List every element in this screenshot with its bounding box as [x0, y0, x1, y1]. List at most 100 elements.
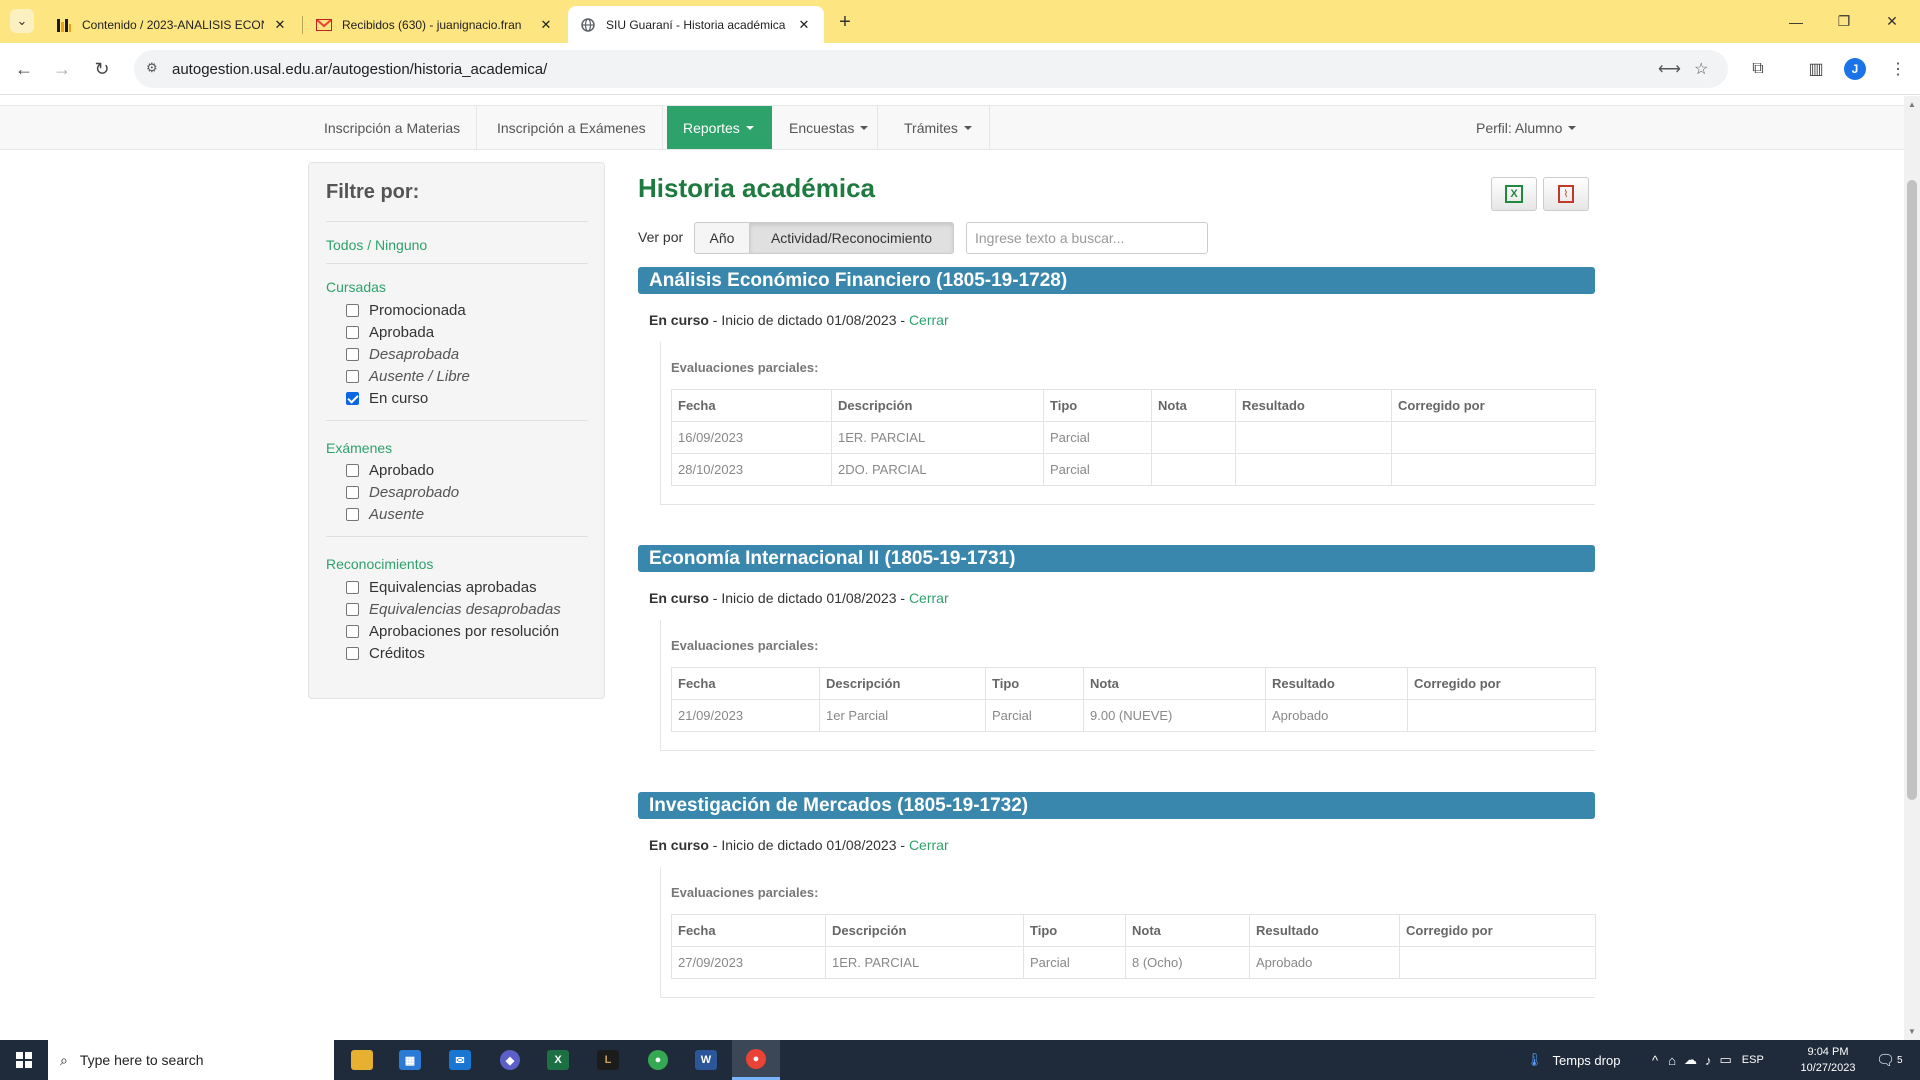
network-icon[interactable]: ⌂ [1668, 1053, 1676, 1068]
page-title: Historia académica [638, 173, 876, 203]
scroll-up-icon[interactable]: ▲ [1908, 100, 1916, 109]
checkbox[interactable] [346, 486, 359, 499]
filter-reconocimientos-aprobaciones-resolucion[interactable]: Aprobaciones por resolución [346, 623, 559, 640]
site-settings-icon[interactable]: ⚙ [146, 60, 158, 76]
close-subject-link[interactable]: Cerrar [909, 590, 949, 606]
close-subject-link[interactable]: Cerrar [909, 837, 949, 853]
close-icon[interactable]: ✕ [796, 17, 812, 33]
export-excel-button[interactable]: X [1491, 177, 1537, 211]
search-icon: ⌕ [60, 1051, 68, 1068]
nav-tramites[interactable]: Trámites [888, 106, 990, 149]
subject-section: Investigación de Mercados (1805-19-1732)… [638, 792, 1596, 998]
address-bar[interactable]: ⚙ autogestion.usal.edu.ar/autogestion/hi… [134, 50, 1728, 88]
taskbar-excel[interactable]: X [534, 1040, 582, 1080]
checkbox-checked[interactable] [346, 392, 359, 405]
extensions-icon[interactable]: ⧉ [1744, 55, 1772, 83]
translate-icon[interactable]: ⟷ [1658, 59, 1681, 79]
checkbox[interactable] [346, 647, 359, 660]
forward-button[interactable]: → [48, 55, 76, 83]
filter-examenes-ausente[interactable]: Ausente [346, 506, 424, 523]
chrome-profile-icon: ● [746, 1048, 766, 1069]
profile-avatar[interactable]: J [1844, 58, 1866, 80]
profile-menu[interactable]: Perfil: Alumno [1476, 106, 1577, 149]
column-header: Resultado [1249, 914, 1400, 947]
browser-tab-contenido[interactable]: Contenido / 2023-ANALISIS ECON ✕ [44, 6, 300, 43]
start-button[interactable] [0, 1040, 48, 1080]
view-by-year-button[interactable]: Año [694, 222, 750, 254]
nav-inscripcion-examenes[interactable]: Inscripción a Exámenes [481, 106, 663, 149]
checkbox[interactable] [346, 348, 359, 361]
filter-all-none-link[interactable]: Todos / Ninguno [326, 237, 427, 253]
cell-resultado [1235, 421, 1392, 454]
nav-encuestas[interactable]: Encuestas [773, 106, 878, 149]
browser-tab-siu-guarani[interactable]: SIU Guaraní - Historia académica ✕ [568, 6, 824, 43]
taskbar-clock[interactable]: 9:04 PM 10/27/2023 [1798, 1044, 1858, 1076]
taskbar-store[interactable]: ▦ [386, 1040, 434, 1080]
checkbox[interactable] [346, 603, 359, 616]
notification-count: 5 [1897, 1054, 1903, 1066]
cell-nota [1151, 421, 1236, 454]
filter-examenes-aprobado[interactable]: Aprobado [346, 462, 434, 479]
close-subject-link[interactable]: Cerrar [909, 312, 949, 328]
cell-descripcion: 1ER. PARCIAL [825, 946, 1024, 979]
filter-reconocimientos-equivalencias-desaprobadas[interactable]: Equivalencias desaprobadas [346, 601, 561, 618]
reload-button[interactable]: ↻ [88, 55, 116, 83]
side-panel-icon[interactable]: ▥ [1802, 55, 1830, 83]
taskbar-search[interactable]: ⌕ Type here to search [48, 1040, 334, 1080]
page-scrollbar[interactable]: ▲ ▼ [1904, 96, 1920, 1040]
filter-cursadas-promocionada[interactable]: Promocionada [346, 302, 466, 319]
weather-widget[interactable]: 🌡 Temps drop [1526, 1040, 1620, 1080]
close-window-button[interactable]: ✕ [1864, 0, 1920, 43]
taskbar-file-explorer[interactable] [338, 1040, 386, 1080]
notifications-button[interactable]: 🗨 5 [1876, 1040, 1903, 1080]
menu-kebab-icon[interactable]: ⋮ [1884, 55, 1912, 83]
checkbox[interactable] [346, 304, 359, 317]
restore-icon: ❐ [1837, 13, 1851, 29]
new-tab-button[interactable]: + [832, 9, 858, 35]
checkbox[interactable] [346, 625, 359, 638]
language-indicator[interactable]: ESP [1742, 1054, 1764, 1066]
taskbar-league[interactable]: L [584, 1040, 632, 1080]
checkbox[interactable] [346, 326, 359, 339]
onedrive-icon[interactable]: ☁ [1684, 1052, 1697, 1068]
filter-cursadas-ausente-libre[interactable]: Ausente / Libre [346, 368, 470, 385]
page-viewport: Inscripción a Materias Inscripción a Exá… [0, 96, 1904, 1040]
back-button[interactable]: ← [10, 55, 38, 83]
display-icon[interactable]: ▭ [1719, 1052, 1731, 1068]
taskbar-copilot[interactable]: ◆ [486, 1040, 534, 1080]
scrollbar-thumb[interactable] [1907, 180, 1917, 800]
browser-tab-gmail[interactable]: Recibidos (630) - juanignacio.fran ✕ [304, 6, 566, 43]
cell-nota: 8 (Ocho) [1125, 946, 1250, 979]
tray-icons[interactable]: ^ ⌂ ☁ ♪ ▭ ESP [1652, 1040, 1764, 1080]
search-input[interactable] [966, 222, 1208, 254]
taskbar-chrome-active[interactable]: ● [732, 1040, 780, 1080]
filter-examenes-desaprobado[interactable]: Desaprobado [346, 484, 459, 501]
nav-reportes[interactable]: Reportes [667, 106, 772, 149]
column-header: Nota [1151, 389, 1236, 422]
scroll-down-icon[interactable]: ▼ [1908, 1027, 1916, 1036]
column-header: Tipo [1023, 914, 1126, 947]
checkbox[interactable] [346, 464, 359, 477]
filter-cursadas-en-curso[interactable]: En curso [346, 390, 428, 407]
taskbar-mail[interactable]: ✉ [436, 1040, 484, 1080]
filter-reconocimientos-equivalencias-aprobadas[interactable]: Equivalencias aprobadas [346, 579, 537, 596]
browser-toolbar: ← → ↻ ⚙ autogestion.usal.edu.ar/autogest… [0, 43, 1920, 95]
checkbox[interactable] [346, 370, 359, 383]
chevron-up-icon[interactable]: ^ [1652, 1053, 1658, 1068]
tab-search-button[interactable]: ⌄ [10, 9, 34, 33]
filter-cursadas-aprobada[interactable]: Aprobada [346, 324, 434, 341]
filter-cursadas-desaprobada[interactable]: Desaprobada [346, 346, 459, 363]
nav-inscripcion-materias[interactable]: Inscripción a Materias [308, 106, 478, 149]
close-icon[interactable]: ✕ [538, 17, 554, 33]
export-pdf-button[interactable]: ⌇ [1543, 177, 1589, 211]
taskbar-chrome[interactable]: ● [634, 1040, 682, 1080]
bookmark-star-icon[interactable]: ☆ [1694, 59, 1708, 79]
checkbox[interactable] [346, 581, 359, 594]
filter-reconocimientos-creditos[interactable]: Créditos [346, 645, 425, 662]
close-icon[interactable]: ✕ [272, 17, 288, 33]
column-header: Resultado [1265, 667, 1408, 700]
view-by-activity-button[interactable]: Actividad/Reconocimiento [749, 222, 954, 254]
checkbox[interactable] [346, 508, 359, 521]
taskbar-word[interactable]: W [682, 1040, 730, 1080]
volume-icon[interactable]: ♪ [1705, 1053, 1712, 1068]
